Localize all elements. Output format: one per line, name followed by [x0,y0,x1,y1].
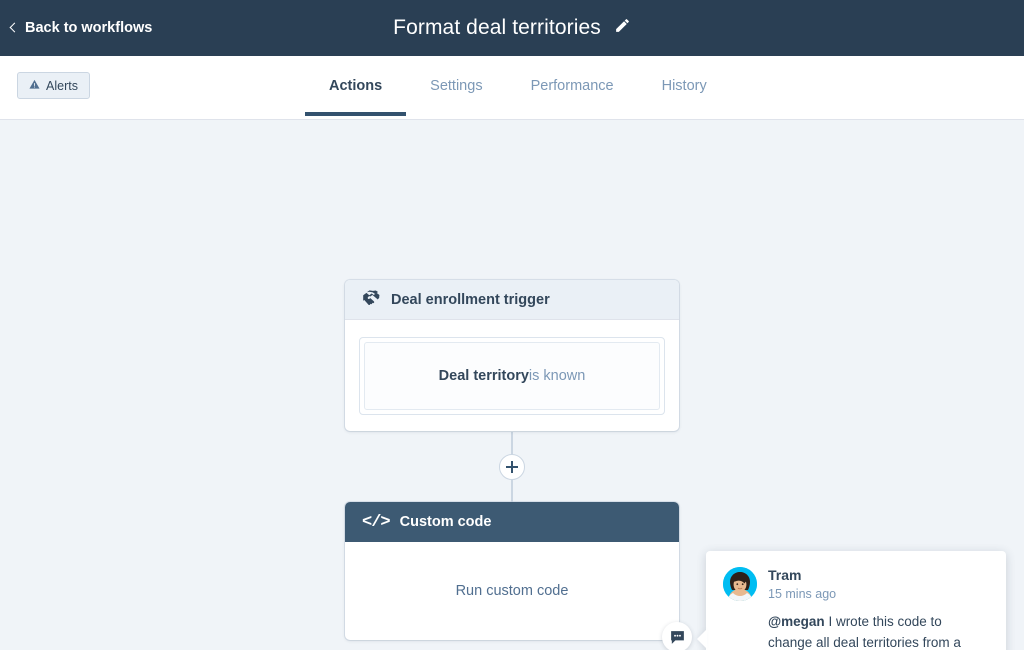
workflow-canvas[interactable]: Deal enrollment trigger Deal territory i… [0,120,1024,650]
add-action-button-1[interactable] [499,454,525,480]
alerts-button[interactable]: Alerts [17,72,90,99]
tab-history[interactable]: History [638,78,731,116]
trigger-card-header: Deal enrollment trigger [345,280,679,320]
custom-code-card-body: Run custom code [345,542,692,650]
tab-actions[interactable]: Actions [305,78,407,116]
comment-bubble-icon[interactable] [662,622,692,650]
app-header: Back to workflows Format deal territorie… [0,0,1024,56]
custom-code-card[interactable]: </> Custom code Run custom code [345,502,692,650]
tab-performance[interactable]: Performance [507,78,638,116]
workflow-subheader: Alerts Actions Settings Performance Hist… [0,56,1024,120]
comment-timestamp: 15 mins ago [768,586,837,601]
enrollment-filter[interactable]: Deal territory is known [364,342,660,410]
comment-author: Tram [768,567,802,583]
custom-code-card-title: Custom code [399,514,492,530]
enrollment-trigger-card[interactable]: Deal enrollment trigger Deal territory i… [345,280,679,431]
trigger-card-body: Deal territory is known [345,320,679,431]
handshake-icon [362,288,381,311]
workflow-tabs: Actions Settings Performance History [305,56,731,119]
comment-header: Tram 15 mins ago [723,567,989,601]
code-brackets-icon: </> [362,512,391,532]
filter-property: Deal territory [438,368,529,384]
back-to-workflows-label: Back to workflows [25,20,153,36]
comment-mention[interactable]: @megan [768,614,825,629]
alerts-label: Alerts [46,78,78,93]
page-title: Format deal territories [393,16,601,39]
enrollment-filter-group[interactable]: Deal territory is known [359,337,665,415]
comment-body: @megan I wrote this code to change all d… [768,612,989,650]
tab-settings[interactable]: Settings [406,78,506,116]
trigger-card-title: Deal enrollment trigger [391,291,550,308]
avatar [723,567,757,601]
comment-meta: Tram 15 mins ago [768,567,836,601]
warning-triangle-icon [29,79,40,93]
workflow-title-group: Format deal territories [0,16,1024,40]
custom-code-card-header: </> Custom code [345,502,679,542]
chevron-left-icon [9,22,20,33]
pencil-icon[interactable] [614,17,631,39]
back-to-workflows-link[interactable]: Back to workflows [9,20,153,36]
custom-code-body-text: Run custom code [455,583,569,599]
filter-operator: is known [528,368,586,384]
comment-popover[interactable]: Tram 15 mins ago @megan I wrote this cod… [706,551,1006,650]
